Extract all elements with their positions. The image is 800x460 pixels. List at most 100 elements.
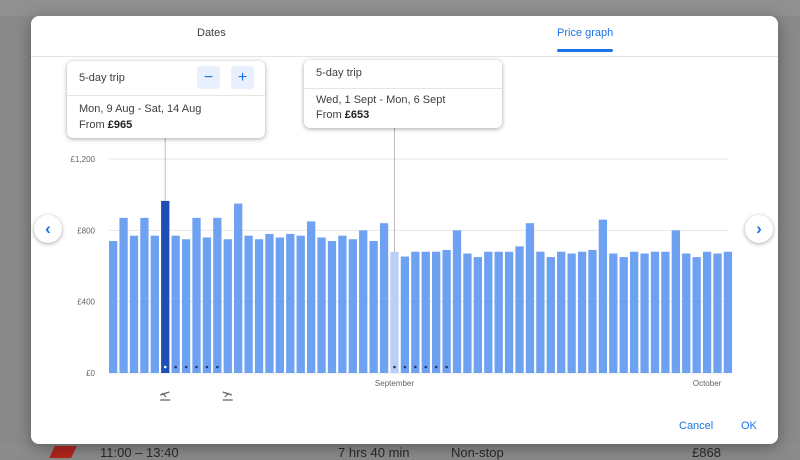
price-bar — [254, 239, 264, 373]
tooltip-title: 5-day trip — [79, 72, 125, 84]
increase-trip-length-button[interactable]: + — [231, 66, 254, 89]
x-axis-label: October — [693, 379, 722, 388]
price-bar — [400, 256, 410, 373]
price-bar — [650, 251, 660, 373]
price-bar — [140, 217, 149, 373]
trip-range-dot — [434, 365, 438, 369]
price-bar — [338, 235, 347, 373]
price-bar — [129, 235, 139, 373]
next-dates-button[interactable]: › — [745, 215, 773, 243]
price-bar — [484, 251, 493, 373]
tooltip-dates: Wed, 1 Sept - Mon, 6 Sept — [316, 94, 446, 106]
price-bar — [473, 257, 482, 373]
price-bar — [296, 235, 305, 373]
price-bar — [536, 251, 545, 373]
price-bar — [442, 249, 451, 373]
chevron-left-icon: ‹ — [45, 219, 51, 238]
price-bar — [463, 253, 472, 373]
plus-icon: + — [237, 68, 248, 86]
price-bar — [630, 251, 639, 373]
y-tick-label: £1,200 — [71, 155, 96, 164]
price-bar-hover — [390, 251, 399, 373]
tooltip-price: From £965 — [79, 119, 133, 131]
price-bar — [504, 251, 514, 373]
trip-range-dot — [424, 365, 428, 369]
price-bar — [306, 221, 316, 373]
trip-range-dot — [205, 365, 209, 369]
return-plane-icon — [222, 391, 233, 401]
price-bar — [202, 237, 212, 373]
price-bar — [286, 233, 295, 373]
trip-range-dot — [445, 365, 448, 369]
price-bar — [327, 241, 337, 373]
trip-range-dot — [216, 365, 219, 369]
price-bar — [640, 253, 649, 373]
trip-range-dot — [414, 365, 417, 369]
price-bar — [234, 203, 243, 373]
price-bar — [525, 223, 535, 373]
price-bar — [244, 235, 253, 373]
price-bar — [348, 239, 357, 373]
trip-range-dot — [195, 365, 198, 369]
price-bar — [661, 251, 670, 373]
price-bar — [598, 219, 608, 373]
price-bar — [369, 241, 378, 373]
cancel-button[interactable]: Cancel — [679, 420, 713, 432]
background-flight-row: 11:00 – 13:40 7 hrs 40 min Non-stop £868 — [0, 445, 800, 460]
price-bar — [692, 257, 701, 373]
price-bar — [515, 246, 524, 373]
departure-plane-icon — [160, 391, 171, 401]
price-bar — [452, 230, 462, 373]
price-bar — [421, 251, 430, 373]
decrease-trip-length-button[interactable]: − — [197, 66, 220, 89]
trip-range-dot — [403, 365, 407, 369]
price-bar — [723, 251, 733, 373]
price-bar — [223, 239, 232, 373]
price-bar — [171, 235, 180, 373]
price-bar — [713, 253, 722, 373]
ok-button[interactable]: OK — [741, 420, 757, 432]
price-bar — [265, 233, 274, 373]
price-bar — [546, 257, 555, 373]
price-bar — [567, 253, 576, 373]
tooltip-title: 5-day trip — [316, 67, 362, 79]
price-bar — [682, 253, 691, 373]
price-bar — [609, 253, 618, 373]
price-bar — [317, 237, 326, 373]
price-bar — [432, 251, 441, 373]
price-bar — [359, 230, 368, 373]
background-header — [0, 0, 800, 16]
x-axis-label: September — [375, 379, 414, 388]
y-tick-label: £400 — [77, 298, 95, 307]
y-tick-label: £800 — [77, 226, 95, 235]
price-bar — [702, 251, 712, 373]
price-bar — [109, 241, 118, 373]
minus-icon: − — [203, 68, 214, 86]
price-bar-selected — [161, 200, 170, 373]
price-bar — [213, 217, 222, 373]
hover-trip-tooltip: 5-day trip Wed, 1 Sept - Mon, 6 Sept Fro… — [304, 60, 502, 128]
price-bar — [671, 230, 680, 373]
price-bar — [577, 251, 587, 373]
price-bar — [275, 237, 285, 373]
price-graph-dialog: Dates Price graph £1,200 £800 £400 £0 Septem… — [31, 16, 778, 444]
price-bar — [119, 217, 128, 373]
price-bar — [588, 249, 597, 373]
price-bar — [150, 235, 159, 373]
trip-range-dot — [163, 365, 167, 369]
price-bar — [411, 251, 420, 373]
chevron-right-icon: › — [756, 219, 762, 238]
price-bar — [379, 223, 389, 373]
price-bar — [619, 257, 628, 373]
price-bar — [192, 217, 201, 373]
price-bar — [181, 239, 191, 373]
price-bar — [557, 251, 566, 373]
tooltip-dates: Mon, 9 Aug - Sat, 14 Aug — [79, 103, 202, 115]
trip-range-dot — [393, 365, 396, 369]
trip-range-dot — [184, 365, 188, 369]
y-tick-label: £0 — [86, 369, 95, 378]
price-bar — [494, 251, 503, 373]
trip-range-dot — [174, 365, 177, 369]
previous-dates-button[interactable]: ‹ — [34, 215, 62, 243]
tooltip-price: From £653 — [316, 109, 370, 121]
